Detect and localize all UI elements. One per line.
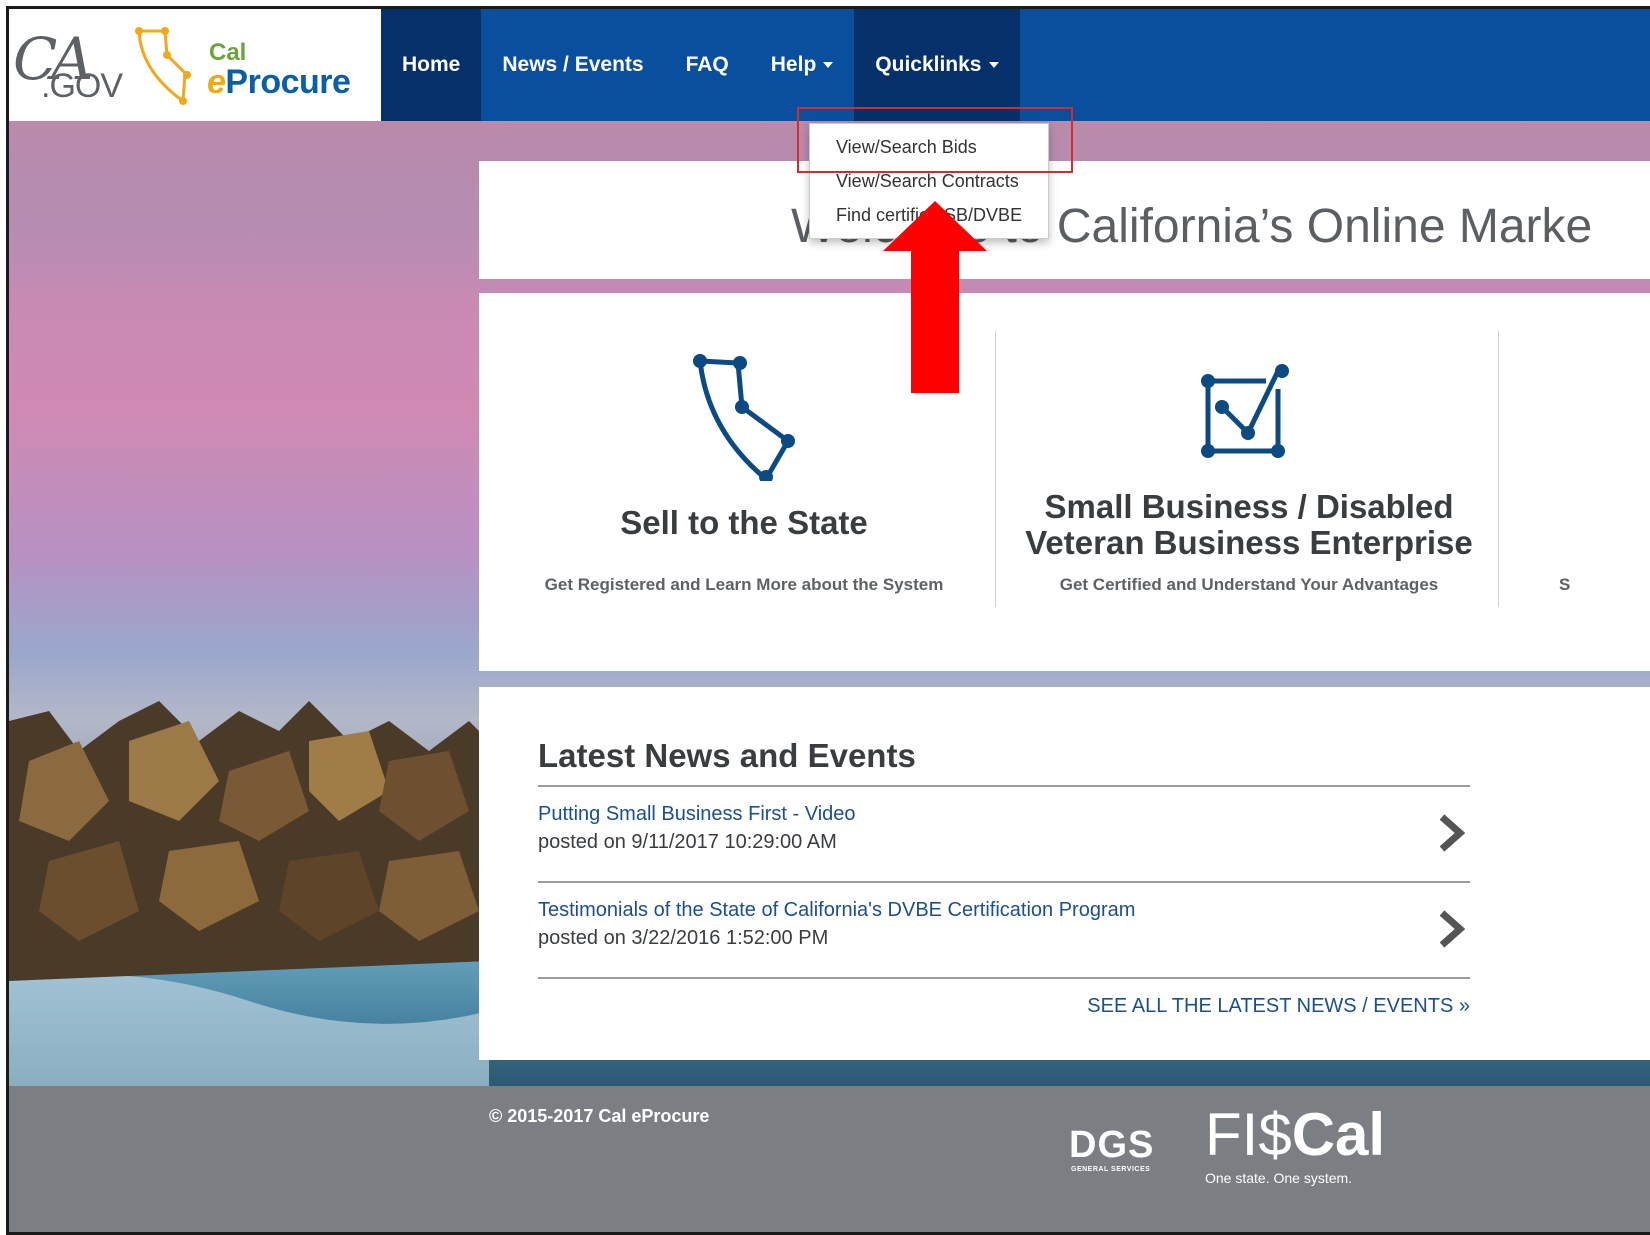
caret-down-icon (988, 62, 999, 68)
copyright-text: © 2015-2017 Cal eProcure (489, 1106, 710, 1126)
ca-gov-logo[interactable]: CA .GOV (9, 17, 123, 117)
news-panel: Latest News and Events Putting Small Bus… (479, 687, 1650, 1060)
nav-help-label: Help (770, 53, 817, 76)
brand-procure-word: Procure (225, 63, 351, 101)
nav-help[interactable]: Help (750, 9, 855, 121)
feature-subtitle: Get Certified and Understand Your Advant… (1059, 575, 1439, 594)
nav-quicklinks-label: Quicklinks (875, 53, 982, 76)
feature-title-line2: Veteran Business Enterprise (1025, 524, 1473, 561)
feature-title: Sell to the State (620, 504, 868, 541)
feature-subtitle: Get Registered and Learn More about the … (544, 575, 944, 594)
network-square-icon (1201, 364, 1289, 458)
annotation-highlight-box (797, 107, 1073, 173)
ca-gov-suffix: .GOV (41, 67, 123, 105)
nav-home[interactable]: Home (381, 9, 482, 121)
brand-e-letter: e (207, 63, 226, 101)
see-all-news-link[interactable]: SEE ALL THE LATEST NEWS / EVENTS » (1087, 995, 1470, 1018)
page-footer: © 2015-2017 Cal eProcure DGS GENERAL SER… (9, 1086, 1650, 1232)
feature-divider (995, 331, 996, 607)
dgs-logo[interactable]: DGS (1069, 1124, 1154, 1167)
news-item-date: posted on 3/22/2016 1:52:00 PM (538, 927, 829, 949)
news-divider (538, 977, 1470, 979)
cal-eprocure-logo-icon[interactable] (131, 21, 211, 113)
annotation-arrow-up-icon (883, 201, 987, 393)
news-heading: Latest News and Events (538, 737, 916, 774)
main-nav: Home News / Events FAQ Help Quicklinks (381, 9, 1020, 121)
fiscal-logo[interactable]: FI$Cal (1205, 1100, 1385, 1169)
dgs-logo-subtext: GENERAL SERVICES (1071, 1166, 1151, 1173)
news-item-title-link[interactable]: Putting Small Business First - Video (538, 803, 856, 826)
browser-page: CA .GOV Cal eProcure Home News / Events … (6, 6, 1650, 1235)
breakwater-rocks-image (9, 701, 489, 1086)
top-navbar: CA .GOV Cal eProcure Home News / Events … (9, 9, 1650, 121)
news-divider (538, 785, 1470, 787)
welcome-banner: Welcome to California’s Online Marke (479, 161, 1650, 279)
nav-news-events[interactable]: News / Events (481, 9, 664, 121)
nav-quicklinks[interactable]: Quicklinks (854, 9, 1020, 121)
nav-home-label: Home (402, 53, 461, 76)
news-item-date: posted on 9/11/2017 10:29:00 AM (538, 831, 837, 853)
brand-eprocure-text: eProcure (207, 63, 351, 102)
caret-down-icon (823, 62, 834, 68)
nav-faq[interactable]: FAQ (665, 9, 750, 121)
features-panel: Sell to the State Get Registered and Lea… (479, 293, 1650, 671)
feature-divider (1498, 331, 1499, 607)
feature-third-partial[interactable]: S (1559, 331, 1599, 607)
logo-area: CA .GOV Cal eProcure (9, 9, 381, 121)
nav-faq-label: FAQ (685, 53, 729, 76)
menu-item-view-search-contracts[interactable]: View/Search Contracts (810, 168, 1048, 202)
california-constellation-icon (693, 354, 795, 481)
chevron-right-icon[interactable] (1436, 813, 1466, 853)
news-item[interactable]: Testimonials of the State of California'… (538, 899, 1470, 969)
news-item[interactable]: Putting Small Business First - Video pos… (538, 803, 1470, 873)
fiscal-logo-bold: Cal (1291, 1101, 1386, 1168)
nav-news-events-label: News / Events (502, 53, 644, 76)
feature-subtitle: S (1559, 575, 1571, 594)
feature-small-business-dvbe[interactable]: Small Business / Disabled Veteran Busine… (1019, 331, 1479, 607)
feature-title-line1: Small Business / Disabled (1044, 488, 1454, 525)
fiscal-tagline: One state. One system. (1205, 1170, 1353, 1186)
fiscal-logo-light: FI$ (1205, 1101, 1292, 1168)
news-item-title-link[interactable]: Testimonials of the State of California'… (538, 899, 1135, 922)
chevron-right-icon[interactable] (1436, 909, 1466, 949)
news-divider (538, 881, 1470, 883)
